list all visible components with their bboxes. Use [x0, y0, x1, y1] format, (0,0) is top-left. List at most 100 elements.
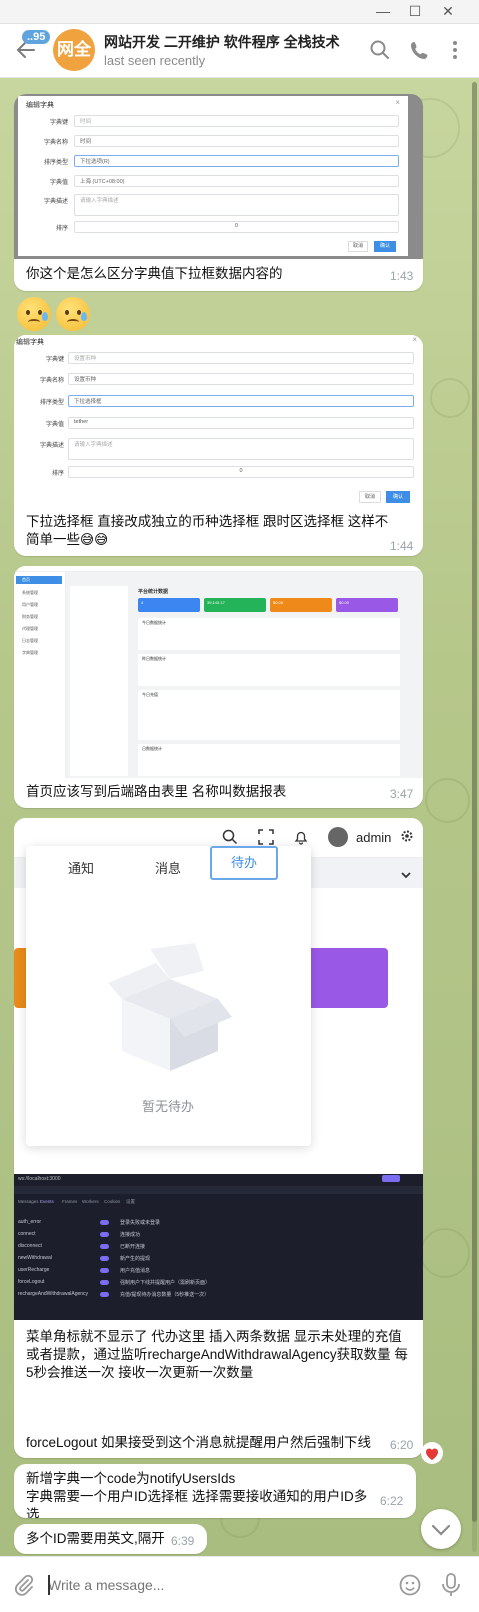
message-time: 1:44: [390, 539, 414, 553]
field-label: 字典名称: [39, 378, 64, 384]
scroll-down-button[interactable]: [421, 1509, 461, 1549]
dash-topbar: [14, 566, 423, 572]
tab-todo[interactable]: 待办: [210, 846, 278, 880]
pattern-doodle: [430, 378, 470, 418]
cancel-button: 取消: [348, 241, 368, 252]
stats-section: 今日充值: [138, 690, 400, 740]
message-text: 菜单角标就不显示了 代办这里 插入两条数据 显示未处理的充值或者提款，通过监听r…: [26, 1329, 408, 1380]
event-name: auth_error: [18, 1219, 42, 1225]
avatar[interactable]: 网全: [53, 29, 95, 71]
field-label: 排序: [55, 226, 68, 232]
field-label: 排序类型: [43, 160, 68, 166]
event-name: newWithdrawal: [18, 1255, 52, 1261]
devtools-toolbar: [14, 1186, 423, 1194]
confirm-button: 确认: [386, 491, 410, 503]
message-text-2: 字典需要一个用户ID选择框 选择需要接收通知的用户ID多选: [26, 1489, 368, 1518]
event-name: connect: [18, 1231, 36, 1237]
chevron-down-icon: [431, 1524, 451, 1536]
sweat-drop: [81, 312, 87, 321]
toggle-switch: [100, 1268, 109, 1273]
pattern-doodle: [425, 778, 470, 823]
field-label: 字典值: [49, 180, 68, 186]
screenshot-image[interactable]: 首页 系统管理 用户管理 财务管理 代理管理 日志管理 字典管理 平台统计数据 …: [14, 566, 423, 778]
emoji-icon[interactable]: [398, 1573, 422, 1602]
message-bubble[interactable]: 编辑字典 × 字典键 设置币种 字典名称 设置币种 排序类型 下拉选择框 字典值…: [14, 335, 423, 556]
confirm-button: 确认: [374, 241, 396, 252]
message-bubble[interactable]: 首页 系统管理 用户管理 财务管理 代理管理 日志管理 字典管理 平台统计数据 …: [14, 566, 423, 808]
message-text: 多个ID需要用英文,隔开: [26, 1531, 165, 1546]
section-title: 昨日数据统计: [142, 656, 166, 661]
event-name: rechargeAndWithdrawalAgency: [18, 1291, 89, 1297]
message-text: 首页应该写到后端路由表里 名称叫数据报表: [26, 784, 287, 799]
chat-title[interactable]: 网站开发 二开维护 软件程序 全栈技术: [104, 32, 340, 52]
message-time: 6:22: [380, 1494, 404, 1508]
search-icon[interactable]: [369, 39, 391, 61]
event-row: userRecharge 用户充值消息: [18, 1267, 150, 1275]
stat-card-value: 39,143.17: [207, 600, 225, 605]
message-bubble[interactable]: 编辑字典 × 字典键 时间 字典名称 时间 排序类型 下拉选项(R) 字典值 上…: [14, 94, 423, 291]
message-bubble[interactable]: admin 通知 消息 待办 暂无待办 ws://localhost:3000 …: [14, 818, 423, 1458]
gear-icon: [400, 829, 414, 848]
sweat-drop: [42, 312, 48, 321]
dash-sidebar: 首页 系统管理 用户管理 财务管理 代理管理 日志管理 字典管理: [14, 572, 66, 778]
message-bubble[interactable]: 多个ID需要用英文,隔开 6:39: [14, 1524, 207, 1554]
field-input: 时间: [74, 135, 399, 147]
dash-subpanel: [70, 586, 128, 776]
devtools-screenshot[interactable]: ws://localhost:3000 Messages Events Fram…: [14, 1174, 423, 1320]
section-title: 今日数据统计: [142, 620, 166, 625]
message-input[interactable]: [48, 1573, 378, 1597]
field-label: 字典值: [45, 422, 64, 428]
stat-card: $0.00: [270, 598, 332, 612]
chat-header: ..95 网全 网站开发 二开维护 软件程序 全栈技术 last seen re…: [0, 24, 479, 78]
heart-icon[interactable]: [421, 1442, 443, 1464]
screenshot-image[interactable]: 编辑字典 × 字典键 时间 字典名称 时间 排序类型 下拉选项(R) 字典值 上…: [14, 94, 423, 259]
maximize-icon[interactable]: ☐: [405, 2, 425, 20]
close-icon[interactable]: ✕: [438, 2, 458, 20]
toggle-switch: [100, 1232, 109, 1237]
minimize-icon[interactable]: —: [373, 2, 393, 20]
field-label: 字典名称: [43, 140, 68, 146]
message-time: 6:20: [390, 1438, 414, 1452]
field-label: 字典键: [49, 120, 68, 126]
stat-card: 39,143.17: [204, 598, 266, 612]
screenshot-image[interactable]: 编辑字典 × 字典键 设置币种 字典名称 设置币种 排序类型 下拉选择框 字典值…: [14, 335, 423, 507]
toggle-switch: [100, 1292, 109, 1297]
notification-popover: 通知 消息 待办 暂无待办: [26, 846, 311, 1146]
dialog-title: 编辑字典: [26, 102, 54, 109]
text-cursor: [48, 1575, 50, 1595]
more-vert-icon[interactable]: [444, 39, 466, 61]
stat-card-value: $0.00: [339, 600, 350, 605]
dash-menu-item: 首页: [16, 576, 62, 584]
toolbar-username: admin: [356, 830, 392, 845]
dash-menu-item: 用户管理: [22, 602, 38, 607]
avatar: [328, 827, 348, 847]
devtools-tab: Cookies: [104, 1199, 121, 1204]
attach-icon[interactable]: [12, 1573, 36, 1602]
dash-title: 平台统计数据: [138, 589, 169, 595]
stat-card-value: $0.00: [273, 600, 284, 605]
section-title: 日数据统计: [142, 746, 162, 751]
screenshot-image[interactable]: admin 通知 消息 待办 暂无待办: [14, 818, 423, 1204]
field-label: 字典描述: [43, 199, 68, 205]
field-textarea: 请输入字典描述: [74, 194, 399, 216]
event-desc: 已断开连接: [120, 1244, 146, 1250]
window-titlebar: — ☐ ✕: [0, 0, 479, 24]
dash-menu-item: 字典管理: [22, 650, 38, 655]
stats-section: 今日数据统计: [138, 618, 400, 650]
tab-messages[interactable]: 消息: [155, 858, 181, 877]
phone-icon[interactable]: [409, 39, 431, 61]
scrollbar-thumb[interactable]: [472, 82, 477, 1522]
field-label: 字典描述: [39, 443, 64, 449]
message-text: 新增字典一个code为notifyUsersIds: [26, 1471, 236, 1486]
devtools-tab: Frames: [62, 1199, 78, 1204]
field-input: 时间: [74, 115, 399, 127]
message-bubble[interactable]: 新增字典一个code为notifyUsersIds 字典需要一个用户ID选择框 …: [14, 1464, 416, 1518]
field-number: 0: [74, 221, 399, 233]
event-name: forceLogout: [18, 1279, 45, 1285]
mic-icon[interactable]: [439, 1572, 463, 1603]
event-row: disconnect 已断开连接: [18, 1243, 145, 1251]
message-time: 6:39: [171, 1534, 195, 1548]
event-row: forceLogout 强制用户下线并提醒用户（需刷新页面）: [18, 1279, 210, 1287]
tab-notifications[interactable]: 通知: [68, 858, 94, 877]
dash-menu-item: 代理管理: [22, 626, 38, 631]
